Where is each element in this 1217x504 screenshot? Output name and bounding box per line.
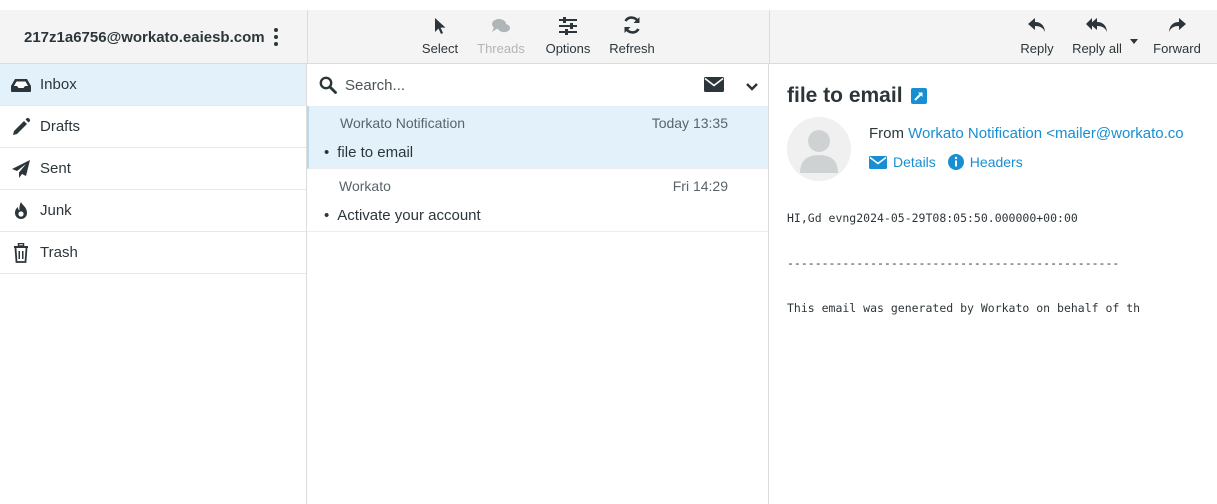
- threads-button[interactable]: Threads: [471, 6, 531, 56]
- refresh-button[interactable]: Refresh: [604, 6, 660, 56]
- message-subject: file to email: [324, 144, 413, 161]
- caret-down-icon: [1130, 39, 1138, 44]
- options-button[interactable]: Options: [540, 6, 596, 56]
- folder-trash[interactable]: Trash: [0, 232, 306, 274]
- search-input[interactable]: [345, 76, 645, 94]
- folder-list: Inbox Drafts Sent Junk Trash: [0, 64, 307, 504]
- external-link-icon[interactable]: [910, 88, 927, 104]
- message-row[interactable]: Workato Notification Today 13:35 file to…: [307, 106, 768, 169]
- from-line: From Workato Notification <mailer@workat…: [869, 125, 1184, 142]
- inbox-icon: [10, 75, 32, 95]
- message-subject: Activate your account: [324, 207, 480, 224]
- pencil-icon: [10, 117, 32, 137]
- reply-all-icon: [1086, 18, 1107, 32]
- forward-button[interactable]: Forward: [1148, 6, 1206, 56]
- header-divider: [307, 10, 308, 64]
- message-sender: Workato: [339, 178, 391, 194]
- search-icon: [319, 76, 337, 94]
- account-email: 217z1a6756@workato.eaiesb.com: [24, 28, 265, 46]
- top-toolbar: 217z1a6756@workato.eaiesb.com Select Thr…: [0, 0, 1217, 64]
- folder-label: Sent: [40, 160, 71, 177]
- paper-plane-icon: [10, 159, 32, 179]
- reply-icon: [1028, 18, 1045, 32]
- chevron-down-icon[interactable]: [746, 78, 758, 94]
- folder-label: Junk: [40, 202, 72, 219]
- account-menu-icon[interactable]: [271, 26, 281, 48]
- chat-bubbles-icon: [492, 19, 510, 33]
- message-list: Workato Notification Today 13:35 file to…: [307, 64, 769, 504]
- header-links: Details Headers: [869, 154, 1023, 170]
- sender-address-link[interactable]: Workato Notification <mailer@workato.co: [908, 125, 1183, 142]
- cursor-icon: [435, 18, 446, 34]
- message-body-separator: ----------------------------------------…: [787, 256, 1120, 270]
- search-bar: [307, 64, 768, 106]
- message-body-line: HI,Gd evng2024-05-29T08:05:50.000000+00:…: [787, 211, 1078, 225]
- account-header: 217z1a6756@workato.eaiesb.com: [0, 10, 307, 64]
- message-date: Fri 14:29: [672, 178, 728, 194]
- forward-icon: [1169, 18, 1186, 32]
- reply-button[interactable]: Reply: [1013, 6, 1061, 56]
- folder-label: Trash: [40, 244, 78, 261]
- trash-icon: [10, 242, 32, 263]
- folder-drafts[interactable]: Drafts: [0, 106, 306, 148]
- avatar: [787, 117, 851, 181]
- folder-junk[interactable]: Junk: [0, 190, 306, 232]
- folder-sent[interactable]: Sent: [0, 148, 306, 190]
- headers-link[interactable]: Headers: [947, 154, 1023, 170]
- details-link[interactable]: Details: [869, 154, 936, 170]
- info-icon: [947, 154, 964, 170]
- preview-subject: file to email: [787, 84, 927, 108]
- folder-inbox[interactable]: Inbox: [0, 64, 306, 106]
- envelope-icon: [869, 155, 887, 169]
- select-button[interactable]: Select: [416, 6, 464, 56]
- message-body-line: This email was generated by Workato on b…: [787, 301, 1141, 315]
- header-divider: [769, 10, 770, 64]
- message-sender: Workato Notification: [340, 115, 466, 131]
- reply-all-dropdown[interactable]: [1128, 20, 1140, 50]
- folder-label: Inbox: [40, 76, 77, 93]
- fire-icon: [10, 201, 32, 221]
- reply-all-button[interactable]: Reply all: [1066, 6, 1128, 56]
- envelope-icon[interactable]: [704, 77, 724, 95]
- message-date: Today 13:35: [651, 115, 728, 131]
- sliders-icon: [559, 17, 577, 35]
- folder-label: Drafts: [40, 118, 81, 135]
- message-preview: file to email From Workato Notification …: [770, 64, 1217, 504]
- refresh-icon: [624, 16, 640, 34]
- message-row[interactable]: Workato Fri 14:29 Activate your account: [307, 169, 768, 232]
